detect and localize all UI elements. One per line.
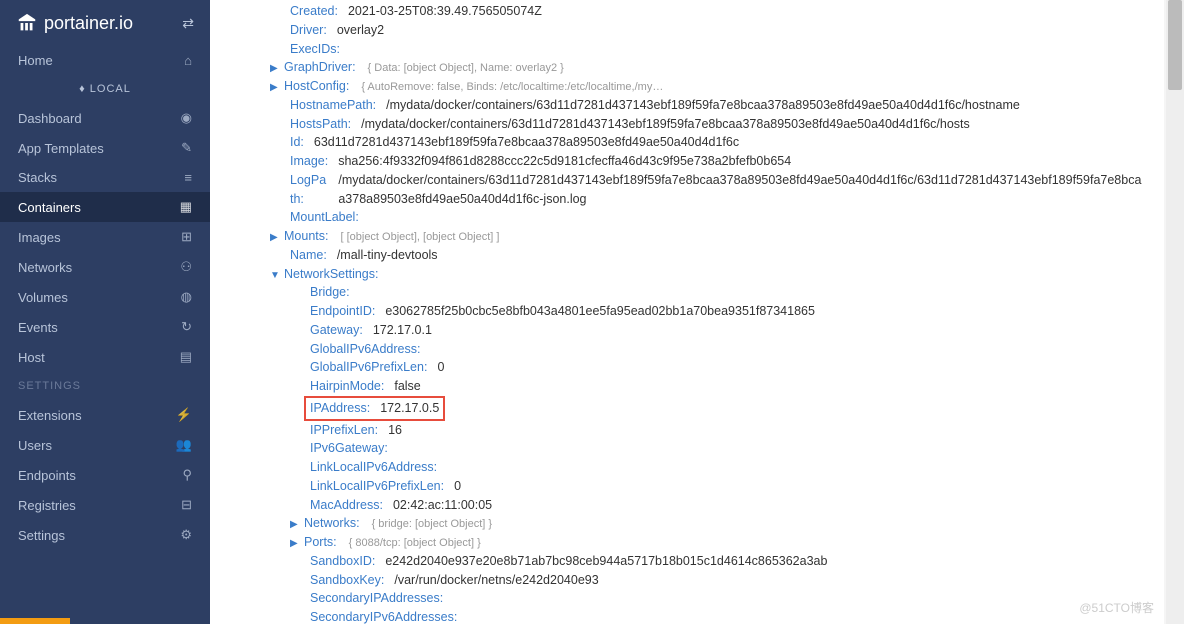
nav-containers[interactable]: Containers▦ xyxy=(0,192,210,222)
row-sandboxid: SandboxID:e242d2040e937e20e8b71ab7bc98ce… xyxy=(310,552,1144,571)
logo-text: portainer.io xyxy=(44,13,133,34)
registries-icon: ⊟ xyxy=(181,497,192,513)
nav-events[interactable]: Events↻ xyxy=(0,312,210,342)
row-hostconfig[interactable]: ▶HostConfig:{ AutoRemove: false, Binds: … xyxy=(270,77,1144,96)
row-logpath: LogPath:/mydata/docker/containers/63d11d… xyxy=(290,171,1144,209)
nav-dashboard[interactable]: Dashboard◉ xyxy=(0,103,210,133)
row-ipprefixlen: IPPrefixLen:16 xyxy=(310,421,1144,440)
row-execids: ExecIDs: xyxy=(290,40,1144,59)
templates-icon: ✎ xyxy=(181,140,192,156)
scrollbar-thumb[interactable] xyxy=(1168,0,1182,90)
volumes-icon: ◍ xyxy=(181,289,192,305)
row-mounts[interactable]: ▶Mounts:[ [object Object], [object Objec… xyxy=(270,227,1144,246)
ipaddress-highlight: IPAddress:172.17.0.5 xyxy=(304,396,445,421)
nav-local[interactable]: ♦ LOCAL xyxy=(0,75,210,103)
expand-icon: ▶ xyxy=(270,80,280,95)
expand-icon: ▶ xyxy=(290,536,300,551)
row-ipaddress: IPAddress:172.17.0.5 xyxy=(310,396,1144,421)
row-image: Image:sha256:4f9332f094f861d8288ccc22c5d… xyxy=(290,152,1144,171)
row-globalipv6address: GlobalIPv6Address: xyxy=(310,340,1144,359)
networks-icon: ⚇ xyxy=(180,259,192,275)
row-created: Created:2021-03-25T08:39.49.756505074Z xyxy=(290,2,1144,21)
nav-volumes[interactable]: Volumes◍ xyxy=(0,282,210,312)
portainer-icon xyxy=(16,12,38,34)
nav-images[interactable]: Images⊞ xyxy=(0,222,210,252)
nav-host[interactable]: Host▤ xyxy=(0,342,210,372)
row-graphdriver[interactable]: ▶GraphDriver:{ Data: [object Object], Na… xyxy=(270,58,1144,77)
endpoints-icon: ⚲ xyxy=(182,467,192,483)
collapse-icon: ▼ xyxy=(270,268,280,283)
row-gateway: Gateway:172.17.0.1 xyxy=(310,321,1144,340)
stacks-icon: ≡ xyxy=(184,170,192,185)
nav-endpoints[interactable]: Endpoints⚲ xyxy=(0,460,210,490)
swap-icon[interactable]: ⇄ xyxy=(182,15,194,32)
nav-settings-header: SETTINGS xyxy=(0,372,210,400)
dashboard-icon: ◉ xyxy=(181,110,192,126)
orange-accent xyxy=(0,618,70,624)
row-hostnamepath: HostnamePath:/mydata/docker/containers/6… xyxy=(290,96,1144,115)
images-icon: ⊞ xyxy=(181,229,192,245)
nav-extensions[interactable]: Extensions⚡ xyxy=(0,400,210,430)
row-secondaryipaddresses: SecondaryIPAddresses: xyxy=(310,589,1144,608)
events-icon: ↻ xyxy=(181,319,192,335)
expand-icon: ▶ xyxy=(270,61,280,76)
nav-networks[interactable]: Networks⚇ xyxy=(0,252,210,282)
row-networks[interactable]: ▶Networks:{ bridge: [object Object] } xyxy=(290,514,1144,533)
containers-icon: ▦ xyxy=(180,199,192,215)
row-networksettings[interactable]: ▼NetworkSettings: xyxy=(270,265,1144,284)
row-mountlabel: MountLabel: xyxy=(290,208,1144,227)
row-sandboxkey: SandboxKey:/var/run/docker/netns/e242d20… xyxy=(310,571,1144,590)
row-driver: Driver:overlay2 xyxy=(290,21,1144,40)
row-id: Id:63d11d7281d437143ebf189f59fa7e8bcaa37… xyxy=(290,133,1144,152)
row-hairpinmode: HairpinMode:false xyxy=(310,377,1144,396)
nav-home[interactable]: Home⌂ xyxy=(0,46,210,75)
host-icon: ▤ xyxy=(180,349,192,365)
row-linklocalipv6prefixlen: LinkLocalIPv6PrefixLen:0 xyxy=(310,477,1144,496)
row-linklocalipv6address: LinkLocalIPv6Address: xyxy=(310,458,1144,477)
logo[interactable]: portainer.io xyxy=(16,12,133,34)
logo-area: portainer.io ⇄ xyxy=(0,0,210,46)
inspect-panel: Created:2021-03-25T08:39.49.756505074Z D… xyxy=(210,0,1164,624)
row-name: Name:/mall-tiny-devtools xyxy=(290,246,1144,265)
nav-settings[interactable]: Settings⚙ xyxy=(0,520,210,550)
row-macaddress: MacAddress:02:42:ac:11:00:05 xyxy=(310,496,1144,515)
watermark: @51CTO博客 xyxy=(1079,599,1154,616)
row-hostspath: HostsPath:/mydata/docker/containers/63d1… xyxy=(290,115,1144,134)
sidebar: portainer.io ⇄ Home⌂ ♦ LOCAL Dashboard◉ … xyxy=(0,0,210,624)
nav-users[interactable]: Users👥 xyxy=(0,430,210,460)
nav-app-templates[interactable]: App Templates✎ xyxy=(0,133,210,163)
row-ports[interactable]: ▶Ports:{ 8088/tcp: [object Object] } xyxy=(290,533,1144,552)
row-bridge: Bridge: xyxy=(310,283,1144,302)
row-endpointid: EndpointID:e3062785f25b0cbc5e8bfb043a480… xyxy=(310,302,1144,321)
nav-stacks[interactable]: Stacks≡ xyxy=(0,163,210,192)
nav-registries[interactable]: Registries⊟ xyxy=(0,490,210,520)
users-icon: 👥 xyxy=(176,437,192,453)
row-ipv6gateway: IPv6Gateway: xyxy=(310,439,1144,458)
expand-icon: ▶ xyxy=(290,517,300,532)
row-secondaryipv6addresses: SecondaryIPv6Addresses: xyxy=(310,608,1144,624)
expand-icon: ▶ xyxy=(270,230,280,245)
settings-icon: ⚙ xyxy=(180,527,192,543)
scrollbar[interactable] xyxy=(1166,0,1184,624)
extensions-icon: ⚡ xyxy=(176,407,192,423)
row-globalipv6prefixlen: GlobalIPv6PrefixLen:0 xyxy=(310,358,1144,377)
local-bullet-icon: ♦ xyxy=(79,83,86,95)
home-icon: ⌂ xyxy=(184,53,192,68)
